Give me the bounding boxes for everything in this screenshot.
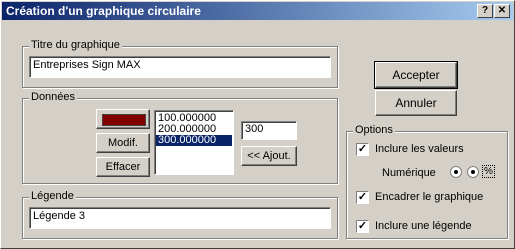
numerique-label: Numérique (382, 167, 436, 179)
value-input[interactable]: 300 (241, 121, 297, 140)
inclure-legende-label: Inclure une légende (375, 220, 472, 232)
titre-group-label: Titre du graphique (29, 39, 122, 51)
percent-label: % (482, 165, 495, 178)
color-swatch (102, 114, 146, 126)
list-item-selected[interactable]: 300.000000 (156, 135, 232, 146)
encadrer-checkbox[interactable]: ✓ (356, 191, 369, 204)
legende-group-label: Légende (29, 190, 76, 202)
encadrer-label: Encadrer le graphique (375, 191, 484, 203)
color-button[interactable] (96, 109, 150, 129)
titre-input[interactable]: Entreprises Sign MAX (29, 56, 331, 78)
help-button[interactable]: ? (477, 4, 493, 18)
inclure-valeurs-label: Inclure les valeurs (375, 143, 464, 155)
close-button[interactable]: ✕ (494, 4, 510, 18)
inclure-valeurs-checkbox[interactable]: ✓ (356, 143, 369, 156)
window-title: Création d'un graphique circulaire (6, 4, 201, 18)
numerique-radio[interactable] (450, 166, 462, 178)
legende-input[interactable]: Légende 3 (29, 207, 331, 229)
donnees-group-label: Données (29, 91, 78, 103)
inclure-legende-checkbox[interactable]: ✓ (356, 220, 369, 233)
ajout-button[interactable]: << Ajout. (241, 146, 297, 166)
values-listbox[interactable]: 100.000000 200.000000 300.000000 (154, 110, 234, 175)
effacer-button[interactable]: Effacer (96, 157, 150, 177)
annuler-button[interactable]: Annuler (375, 90, 457, 116)
options-group-label: Options (353, 124, 395, 136)
modif-button[interactable]: Modif. (96, 133, 150, 153)
accepter-button[interactable]: Accepter (374, 61, 458, 89)
percent-radio[interactable] (467, 166, 479, 178)
title-bar: Création d'un graphique circulaire ? ✕ (2, 2, 513, 20)
dialog-window: Création d'un graphique circulaire ? ✕ T… (0, 0, 515, 249)
